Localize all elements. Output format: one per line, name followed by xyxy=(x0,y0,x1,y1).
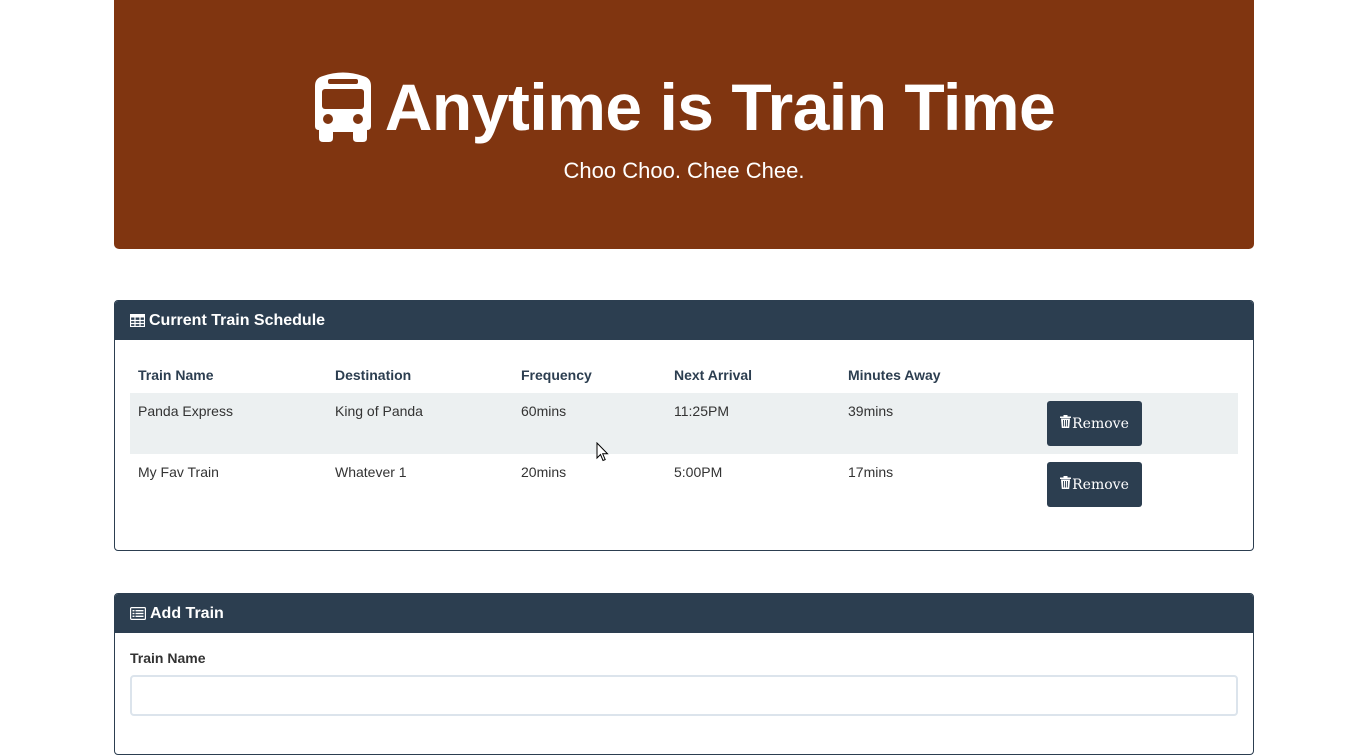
schedule-panel-title: Current Train Schedule xyxy=(149,312,325,330)
trash-icon xyxy=(1060,415,1071,432)
column-header-train-name: Train Name xyxy=(130,357,327,393)
column-header-minutes-away: Minutes Away xyxy=(840,357,1039,393)
page-subtitle: Choo Choo. Chee Chee. xyxy=(114,156,1254,186)
cell-train-name: Panda Express xyxy=(130,393,327,454)
trash-icon xyxy=(1060,476,1071,493)
schedule-panel: Current Train Schedule Train Name Destin… xyxy=(114,300,1254,551)
add-train-panel: Add Train Train Name xyxy=(114,593,1254,755)
remove-button[interactable]: Remove xyxy=(1047,401,1142,446)
column-header-destination: Destination xyxy=(327,357,513,393)
train-name-input[interactable] xyxy=(130,675,1238,716)
page-title: Anytime is Train Time xyxy=(114,66,1254,148)
cell-minutes-away: 17mins xyxy=(840,454,1039,515)
bus-icon xyxy=(313,72,373,142)
cell-minutes-away: 39mins xyxy=(840,393,1039,454)
table-row: My Fav Train Whatever 1 20mins 5:00PM 17… xyxy=(130,454,1238,515)
title-text: Anytime is Train Time xyxy=(385,66,1056,148)
add-train-panel-heading: Add Train xyxy=(115,594,1253,633)
add-train-panel-title: Add Train xyxy=(150,605,224,623)
cell-destination: King of Panda xyxy=(327,393,513,454)
column-header-actions xyxy=(1039,357,1238,393)
table-header-row: Train Name Destination Frequency Next Ar… xyxy=(130,357,1238,393)
train-name-label: Train Name xyxy=(130,650,205,666)
train-schedule-table: Train Name Destination Frequency Next Ar… xyxy=(130,357,1238,515)
cell-actions: Remove xyxy=(1039,454,1238,515)
column-header-next-arrival: Next Arrival xyxy=(666,357,840,393)
header-jumbotron: Anytime is Train Time Choo Choo. Chee Ch… xyxy=(114,0,1254,249)
cell-next-arrival: 11:25PM xyxy=(666,393,840,454)
table-row: Panda Express King of Panda 60mins 11:25… xyxy=(130,393,1238,454)
cell-frequency: 60mins xyxy=(513,393,666,454)
remove-button[interactable]: Remove xyxy=(1047,462,1142,507)
cell-destination: Whatever 1 xyxy=(327,454,513,515)
schedule-panel-heading: Current Train Schedule xyxy=(115,301,1253,340)
remove-button-label: Remove xyxy=(1072,416,1129,432)
cell-actions: Remove xyxy=(1039,393,1238,454)
column-header-frequency: Frequency xyxy=(513,357,666,393)
cell-frequency: 20mins xyxy=(513,454,666,515)
list-alt-icon xyxy=(130,607,146,620)
remove-button-label: Remove xyxy=(1072,477,1129,493)
table-icon xyxy=(130,314,145,327)
cell-next-arrival: 5:00PM xyxy=(666,454,840,515)
cell-train-name: My Fav Train xyxy=(130,454,327,515)
